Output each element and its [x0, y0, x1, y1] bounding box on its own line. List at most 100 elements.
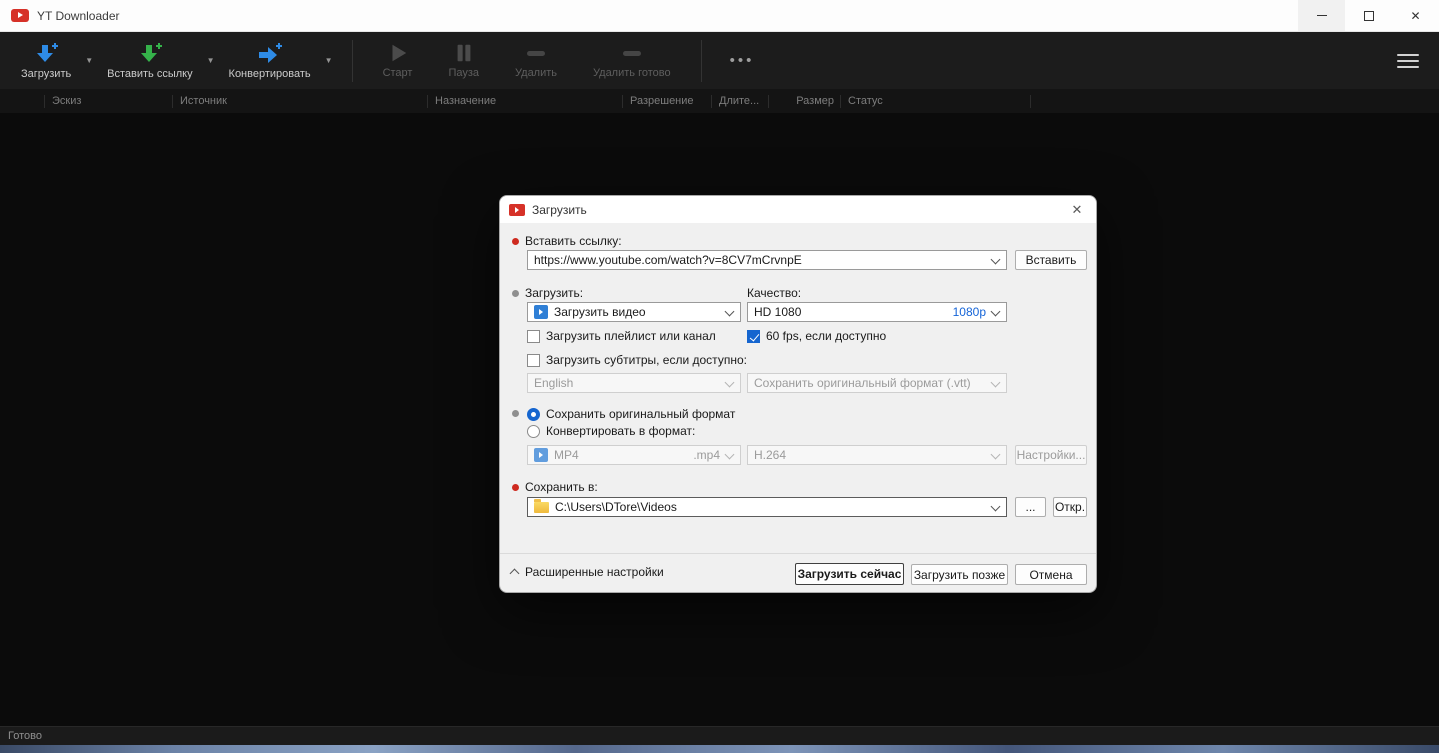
download-mode-value: Загрузить видео — [554, 305, 646, 319]
url-input[interactable]: https://www.youtube.com/watch?v=8CV7mCrv… — [527, 250, 1007, 270]
subtitles-checkbox[interactable]: Загрузить субтитры, если доступно: — [527, 353, 747, 367]
toolbar-pause-button: Пауза — [430, 32, 497, 89]
toolbar: Загрузить ▼ Вставить ссылку ▼ Конвертиро… — [0, 32, 1439, 89]
toolbar-paste-link-label: Вставить ссылку — [107, 67, 193, 80]
container-format-select: MP4 .mp4 — [527, 445, 741, 465]
required-bullet — [512, 238, 519, 245]
subtitle-language-value: English — [534, 376, 574, 390]
toolbar-convert-label: Конвертировать — [228, 67, 311, 80]
download-later-label: Загрузить позже — [913, 567, 1006, 582]
toolbar-paste-link-button[interactable]: Вставить ссылку — [100, 32, 199, 89]
save-path-select[interactable]: C:\Users\DTore\Videos — [527, 497, 1007, 517]
toolbar-delete-label: Удалить — [515, 67, 558, 79]
browse-button[interactable]: ... — [1015, 497, 1046, 517]
maximize-button[interactable] — [1345, 0, 1392, 31]
download-now-button[interactable]: Загрузить сейчас — [795, 563, 904, 585]
paste-button[interactable]: Вставить — [1015, 250, 1087, 270]
required-bullet — [512, 484, 519, 491]
download-later-button[interactable]: Загрузить позже — [911, 564, 1008, 585]
dialog-titlebar: Загрузить ✕ — [500, 196, 1096, 223]
checkbox-icon — [527, 329, 540, 343]
download-mode-select[interactable]: Загрузить видео — [527, 302, 741, 322]
menu-button[interactable] — [1397, 54, 1419, 68]
column-header-source[interactable]: Источник — [172, 94, 427, 108]
fps-checkbox-label: 60 fps, если доступно — [766, 329, 887, 343]
status-bar: Готово — [0, 726, 1439, 745]
convert-dropdown-chevron-icon[interactable]: ▼ — [318, 56, 340, 65]
toolbar-convert-button[interactable]: Конвертировать — [222, 32, 318, 89]
column-header-duration[interactable]: Длите... — [711, 94, 768, 108]
subtitle-format-select: Сохранить оригинальный формат (.vtt) — [747, 373, 1007, 393]
folder-icon — [534, 499, 549, 513]
advanced-settings-label: Расширенные настройки — [525, 565, 664, 579]
toolbar-more-button[interactable]: ••• — [714, 52, 771, 69]
fps-checkbox[interactable]: 60 fps, если доступно — [747, 329, 886, 343]
desktop-wallpaper-strip — [0, 745, 1439, 753]
toolbar-delete-button: Удалить — [497, 32, 575, 89]
convert-format-radio[interactable]: Конвертировать в формат: — [527, 424, 695, 438]
column-header-destination[interactable]: Назначение — [427, 94, 622, 108]
radio-selected-icon — [527, 407, 540, 421]
dialog-close-button[interactable]: ✕ — [1062, 196, 1092, 223]
convert-format-radio-label: Конвертировать в формат: — [546, 424, 696, 438]
open-folder-button-label: Откр. — [1054, 500, 1086, 514]
container-ext: .mp4 — [693, 448, 720, 462]
toolbar-delete-done-button: Удалить готово — [575, 32, 689, 89]
toolbar-separator — [351, 39, 353, 82]
keep-original-radio-label: Сохранить оригинальный формат — [546, 407, 736, 421]
keep-original-radio[interactable]: Сохранить оригинальный формат — [527, 407, 735, 421]
toolbar-download-button[interactable]: Загрузить — [14, 32, 78, 89]
video-icon — [534, 448, 548, 462]
toolbar-download-label: Загрузить — [21, 67, 72, 80]
section-bullet — [512, 410, 519, 417]
dialog-title: Загрузить — [532, 202, 587, 217]
video-icon — [534, 305, 548, 319]
close-icon: ✕ — [1410, 8, 1421, 23]
advanced-settings-toggle[interactable]: Расширенные настройки — [509, 564, 664, 580]
column-header-status[interactable]: Статус — [840, 94, 1030, 108]
subtitle-language-select: English — [527, 373, 741, 393]
quality-select[interactable]: HD 1080 1080p — [747, 302, 1007, 322]
checkbox-checked-icon — [747, 329, 760, 343]
checkbox-icon — [527, 353, 540, 367]
download-dialog: Загрузить ✕ Вставить ссылку: https://www… — [499, 195, 1097, 593]
playlist-checkbox-label: Загрузить плейлист или канал — [546, 329, 716, 343]
column-header-thumbnail[interactable]: Эскиз — [44, 94, 172, 108]
toolbar-pause-label: Пауза — [448, 67, 480, 79]
play-icon — [392, 44, 406, 62]
window-controls: ✕ — [1298, 0, 1439, 31]
settings-button: Настройки... — [1015, 445, 1087, 465]
open-folder-button[interactable]: Откр. — [1053, 497, 1087, 517]
dialog-app-icon — [509, 203, 525, 216]
paste-button-label: Вставить — [1025, 253, 1077, 267]
window-title: YT Downloader — [37, 8, 120, 23]
subtitles-checkbox-label: Загрузить субтитры, если доступно: — [546, 353, 747, 367]
quality-value: HD 1080 — [754, 305, 802, 319]
column-header-size[interactable]: Размер — [768, 94, 840, 108]
settings-button-label: Настройки... — [1016, 448, 1086, 462]
playlist-checkbox[interactable]: Загрузить плейлист или канал — [527, 329, 716, 343]
quality-resolution: 1080p — [952, 305, 986, 319]
subtitle-format-value: Сохранить оригинальный формат (.vtt) — [754, 376, 971, 390]
paste-link-dropdown-chevron-icon[interactable]: ▼ — [200, 56, 222, 65]
chevron-up-icon — [509, 568, 520, 579]
close-button[interactable]: ✕ — [1392, 0, 1439, 31]
minimize-icon — [1316, 15, 1327, 16]
pause-icon — [457, 44, 471, 62]
dialog-body: Вставить ссылку: https://www.youtube.com… — [500, 223, 1096, 592]
codec-select: H.264 — [747, 445, 1007, 465]
column-separator — [1030, 94, 1031, 108]
maximize-icon — [1363, 10, 1374, 21]
download-label: Загрузить: — [525, 286, 584, 300]
save-to-label: Сохранить в: — [525, 480, 598, 494]
menu-icon — [1397, 54, 1419, 56]
minimize-button[interactable] — [1298, 0, 1345, 31]
cancel-button[interactable]: Отмена — [1015, 564, 1087, 585]
delete-icon — [527, 51, 546, 56]
url-value: https://www.youtube.com/watch?v=8CV7mCrv… — [534, 253, 802, 267]
browse-button-label: ... — [1025, 500, 1036, 514]
download-dropdown-chevron-icon[interactable]: ▼ — [78, 56, 100, 65]
column-header-resolution[interactable]: Разрешение — [622, 94, 711, 108]
section-bullet — [512, 290, 519, 297]
quality-label: Качество: — [747, 286, 802, 300]
